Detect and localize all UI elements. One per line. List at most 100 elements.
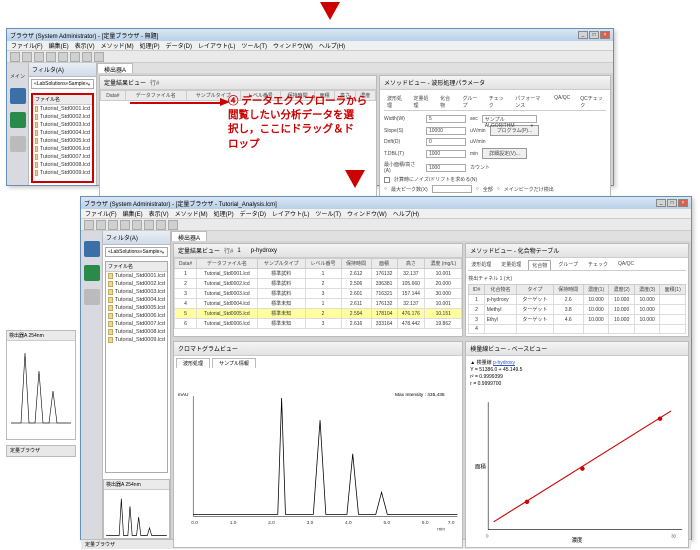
minimize-button[interactable]: _ (656, 199, 666, 207)
chrom-tab-waveform[interactable]: 波形処理 (176, 358, 210, 368)
table-row[interactable]: 3Ethylターゲット4.610.00010.00010.000 (469, 315, 686, 325)
menu-edit[interactable]: 編集(E) (49, 41, 69, 50)
mtab[interactable]: グループ (459, 94, 481, 110)
table-row[interactable]: 4 (469, 325, 686, 334)
menu-data[interactable]: データ(D) (166, 41, 192, 50)
file-item[interactable]: Tutorial_Std0005.lcd (33, 137, 92, 145)
main-tab[interactable]: 検出器A (97, 63, 133, 73)
menu-file[interactable]: ファイル(F) (85, 209, 117, 218)
quant-browser-icon[interactable] (84, 241, 100, 257)
table-row[interactable]: 1Tutorial_Std0001.lcd標準試料12.61217613232.… (175, 269, 462, 279)
mtab[interactable]: QCチェック (577, 94, 606, 110)
chromatogram-plot[interactable]: mAU Max Intensity : 435,435 0.01.02.03.0… (174, 370, 462, 547)
result-table[interactable]: Data#データファイル名サンプルタイプレベル番号保持時間面積高さ濃度 (mg/… (174, 258, 462, 329)
file-item[interactable]: Tutorial_Std0003.lcd (33, 121, 92, 129)
toolbar-button[interactable] (70, 52, 80, 62)
menu-view[interactable]: 表示(V) (75, 41, 95, 50)
compound-table[interactable]: ID#化合物名タイプ保持時間濃度(1)濃度(2)濃度(3)面積(1)1p-hyd… (468, 284, 686, 334)
file-item[interactable]: Tutorial_Std0009.lcd (33, 169, 92, 177)
toolbar-button[interactable] (94, 52, 104, 62)
tdbl-field[interactable]: 1000 (426, 150, 466, 158)
quant-browser-icon[interactable] (10, 88, 26, 104)
menu-help[interactable]: ヘルプ(H) (393, 209, 419, 218)
menu-layout[interactable]: レイアウト(L) (272, 209, 309, 218)
file-item[interactable]: Tutorial_Std0006.lcd (106, 312, 167, 320)
file-item[interactable]: Tutorial_Std0006.lcd (33, 145, 92, 153)
file-item[interactable]: Tutorial_Std0003.lcd (106, 288, 167, 296)
toolbar-button[interactable] (120, 220, 130, 230)
menu-layout[interactable]: レイアウト(L) (198, 41, 235, 50)
menu-edit[interactable]: 編集(E) (123, 209, 143, 218)
minarea-field[interactable]: 1000 (426, 164, 466, 172)
file-item[interactable]: Tutorial_Std0007.lcd (106, 320, 167, 328)
detail-button[interactable]: 詳細設定(V)... (482, 148, 527, 159)
minimize-button[interactable]: _ (578, 31, 588, 39)
table-row[interactable]: 2Tutorial_Std0002.lcd標準試料22.506336381105… (175, 279, 462, 289)
data-compare-icon[interactable] (84, 265, 100, 281)
toolbar-button[interactable] (84, 220, 94, 230)
mtab[interactable]: パフォーマンス (512, 94, 547, 110)
mtab[interactable]: 化合物 (437, 94, 455, 110)
algorithm-dropdown[interactable]: サンプルALGORITHM (482, 115, 537, 123)
menu-process[interactable]: 処理(P) (140, 41, 160, 50)
close-button[interactable]: × (600, 31, 610, 39)
table-row[interactable]: 3Tutorial_Std0003.lcd標準試料32.601716321157… (175, 289, 462, 299)
file-item[interactable]: Tutorial_Std0009.lcd (106, 336, 167, 344)
toolbar-button[interactable] (168, 220, 178, 230)
table-row[interactable]: 5Tutorial_Std0005.lcd標準未知22.594178104476… (175, 309, 462, 319)
file-item[interactable]: Tutorial_Std0008.lcd (106, 328, 167, 336)
detector-dropdown[interactable]: 1 (大) (500, 275, 540, 282)
toolbar-button[interactable] (82, 52, 92, 62)
menu-process[interactable]: 処理(P) (214, 209, 234, 218)
table-row[interactable]: 4Tutorial_Std0004.lcd標準未知12.61117613232.… (175, 299, 462, 309)
noise-checkbox[interactable] (384, 177, 390, 183)
report-print-icon[interactable] (10, 136, 26, 152)
file-item[interactable]: Tutorial_Std0002.lcd (33, 113, 92, 121)
menu-window[interactable]: ウィンドウ(W) (347, 209, 387, 218)
file-item[interactable]: Tutorial_Std0005.lcd (106, 304, 167, 312)
file-item[interactable]: Tutorial_Std0002.lcd (106, 280, 167, 288)
mtab[interactable]: チェック (486, 94, 509, 110)
mtab[interactable]: 定量処理 (411, 94, 434, 110)
table-row[interactable]: 6Tutorial_Std0006.lcd標準未知32.616333164478… (175, 319, 462, 329)
slope-field[interactable]: 10000 (426, 127, 466, 135)
maximize-button[interactable]: □ (667, 199, 677, 207)
file-item[interactable]: Tutorial_Std0007.lcd (33, 153, 92, 161)
report-print-icon[interactable] (84, 289, 100, 305)
mtab[interactable]: QA/QC (551, 94, 573, 110)
toolbar-button[interactable] (46, 52, 56, 62)
file-item[interactable]: Tutorial_Std0004.lcd (106, 296, 167, 304)
folder-combo[interactable]: «LabSolutions»Sample» (105, 247, 168, 257)
width-field[interactable]: 5 (426, 115, 466, 123)
menu-view[interactable]: 表示(V) (149, 209, 169, 218)
toolbar-button[interactable] (144, 220, 154, 230)
titlebar[interactable]: ブラウザ (System Administrator) - [定量ブラウザ - … (7, 29, 613, 41)
menu-method[interactable]: メソッド(M) (175, 209, 208, 218)
toolbar-button[interactable] (34, 52, 44, 62)
mtab[interactable]: グループ (555, 260, 581, 270)
chrom-tab-sampleinfo[interactable]: サンプル情報 (212, 358, 256, 368)
file-list[interactable]: ファイル名 Tutorial_Std0001.lcd Tutorial_Std0… (31, 93, 94, 183)
toolbar-button[interactable] (108, 220, 118, 230)
file-item[interactable]: Tutorial_Std0008.lcd (33, 161, 92, 169)
file-item[interactable]: Tutorial_Std0001.lcd (106, 272, 167, 280)
mtab[interactable]: 化合物 (528, 260, 551, 270)
drift-field[interactable]: 0 (426, 138, 466, 146)
mtab[interactable]: QA/QC (615, 260, 637, 270)
calibration-plot[interactable]: 濃度 面積 030 (466, 390, 688, 547)
menu-data[interactable]: データ(D) (240, 209, 266, 218)
menu-tools[interactable]: ツール(T) (315, 209, 341, 218)
toolbar-button[interactable] (22, 52, 32, 62)
main-tab[interactable]: 検出器A (171, 231, 207, 241)
table-row[interactable]: 1p-hydroxyターゲット2.610.00010.00010.000 (469, 295, 686, 305)
toolbar-button[interactable] (132, 220, 142, 230)
mtab[interactable]: 波形処理 (468, 260, 494, 270)
data-compare-icon[interactable] (10, 112, 26, 128)
titlebar[interactable]: ブラウザ (System Administrator) - [定量ブラウザ - … (81, 197, 691, 209)
maximize-button[interactable]: □ (589, 31, 599, 39)
toolbar-button[interactable] (156, 220, 166, 230)
toolbar-button[interactable] (96, 220, 106, 230)
toolbar-button[interactable] (58, 52, 68, 62)
menu-help[interactable]: ヘルプ(H) (319, 41, 345, 50)
file-item[interactable]: Tutorial_Std0004.lcd (33, 129, 92, 137)
